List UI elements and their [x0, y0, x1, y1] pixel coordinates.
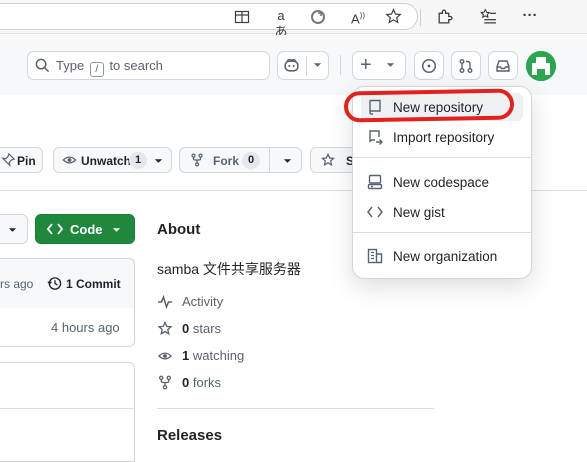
- search-suffix: to search: [109, 58, 163, 73]
- stars-link[interactable]: 0 stars: [157, 321, 221, 336]
- watching-count: 1: [182, 348, 190, 363]
- forks-count: 0: [182, 375, 190, 390]
- favorites-bar-icon[interactable]: [480, 8, 498, 26]
- search-icon: [35, 58, 50, 73]
- about-title: About: [157, 221, 201, 238]
- code-label: Code: [70, 222, 103, 237]
- commit-time: rs ago: [0, 277, 34, 291]
- fork-label: Fork: [213, 154, 240, 168]
- extensions-icon[interactable]: [436, 8, 454, 26]
- eye-icon: [62, 153, 77, 167]
- watch-count: 1: [129, 152, 148, 169]
- activity-link[interactable]: Activity: [157, 294, 223, 309]
- codespaces-icon: [367, 174, 383, 190]
- avatar[interactable]: [526, 51, 556, 81]
- chevron-down-icon: [112, 227, 121, 233]
- pin-icon: [1, 153, 15, 167]
- menu-item-label: New codespace: [393, 174, 490, 190]
- history-icon: [47, 276, 62, 291]
- commit-count-link[interactable]: 1 Commit: [66, 277, 121, 291]
- menu-item-label: New organization: [393, 248, 498, 264]
- menu-item-new-codespace[interactable]: New codespace: [361, 168, 523, 196]
- repo-forked-icon: [157, 375, 173, 390]
- pin-button[interactable]: Pin: [0, 147, 43, 173]
- menu-item-label: New gist: [393, 204, 445, 220]
- fork-count: 0: [242, 152, 261, 169]
- unwatch-button[interactable]: Unwatch 1: [53, 147, 172, 173]
- menu-divider: [353, 157, 531, 158]
- annotation-highlight: [343, 88, 515, 123]
- copilot-icon: [283, 57, 300, 74]
- readme-box: [0, 362, 135, 462]
- repo-push-icon: [367, 129, 383, 145]
- refresh-icon[interactable]: [310, 9, 328, 25]
- stars-count: 0: [182, 321, 190, 336]
- header-divider: [340, 55, 341, 75]
- plus-icon: +: [360, 54, 372, 76]
- text-size-icon[interactable]: A)): [347, 8, 369, 26]
- eye-icon: [157, 349, 173, 363]
- menu-divider: [353, 232, 531, 233]
- about-divider: [157, 408, 434, 409]
- pin-label: Pin: [17, 154, 36, 168]
- issue-opened-icon: [421, 58, 437, 74]
- code-icon: [47, 222, 63, 236]
- repo-forked-icon: [190, 153, 204, 167]
- file-row-time: 4 hours ago: [51, 320, 120, 335]
- chevron-down-icon: [283, 158, 292, 164]
- chevron-down-icon: [154, 158, 163, 164]
- menu-item-new-gist[interactable]: New gist: [361, 198, 523, 226]
- search-prefix: Type: [56, 58, 85, 73]
- forks-link[interactable]: 0 forks: [157, 375, 221, 390]
- add-file-button[interactable]: [0, 214, 28, 244]
- chevron-down-icon[interactable]: [313, 62, 322, 68]
- toolbar-separator: [420, 9, 421, 26]
- fork-divider: [269, 148, 270, 172]
- search-placeholder: Type / to search: [56, 58, 163, 77]
- git-pull-request-icon: [458, 58, 474, 74]
- copilot-divider: [306, 56, 307, 76]
- inbox-icon: [495, 58, 511, 74]
- stars-label: stars: [192, 321, 222, 336]
- watching-link[interactable]: 1 watching: [157, 348, 244, 363]
- more-icon[interactable]: ···: [520, 8, 540, 26]
- code-icon: [367, 205, 383, 219]
- fork-button[interactable]: Fork 0: [179, 147, 302, 173]
- search-shortcut-key: /: [89, 62, 104, 77]
- favorite-icon[interactable]: [385, 8, 403, 26]
- menu-item-label: Import repository: [393, 129, 495, 145]
- read-aloud-icon[interactable]: aあ: [271, 8, 291, 39]
- readme-divider: [0, 408, 135, 409]
- star-icon: [321, 153, 335, 167]
- code-button[interactable]: Code: [35, 214, 135, 244]
- forks-label: forks: [192, 375, 222, 390]
- watching-label: watching: [192, 348, 245, 363]
- chevron-down-icon: [8, 227, 17, 233]
- releases-title[interactable]: Releases: [157, 427, 222, 444]
- menu-item-import-repository[interactable]: Import repository: [361, 123, 523, 151]
- star-icon: [157, 321, 173, 336]
- activity-label: Activity: [182, 294, 224, 309]
- pulse-icon: [157, 294, 173, 309]
- chevron-down-icon: [386, 62, 395, 68]
- organization-icon: [367, 248, 383, 264]
- menu-item-new-organization[interactable]: New organization: [361, 242, 523, 270]
- repo-description: samba 文件共享服务器: [157, 261, 301, 277]
- split-screen-icon[interactable]: [234, 9, 252, 25]
- unwatch-label: Unwatch: [81, 154, 132, 168]
